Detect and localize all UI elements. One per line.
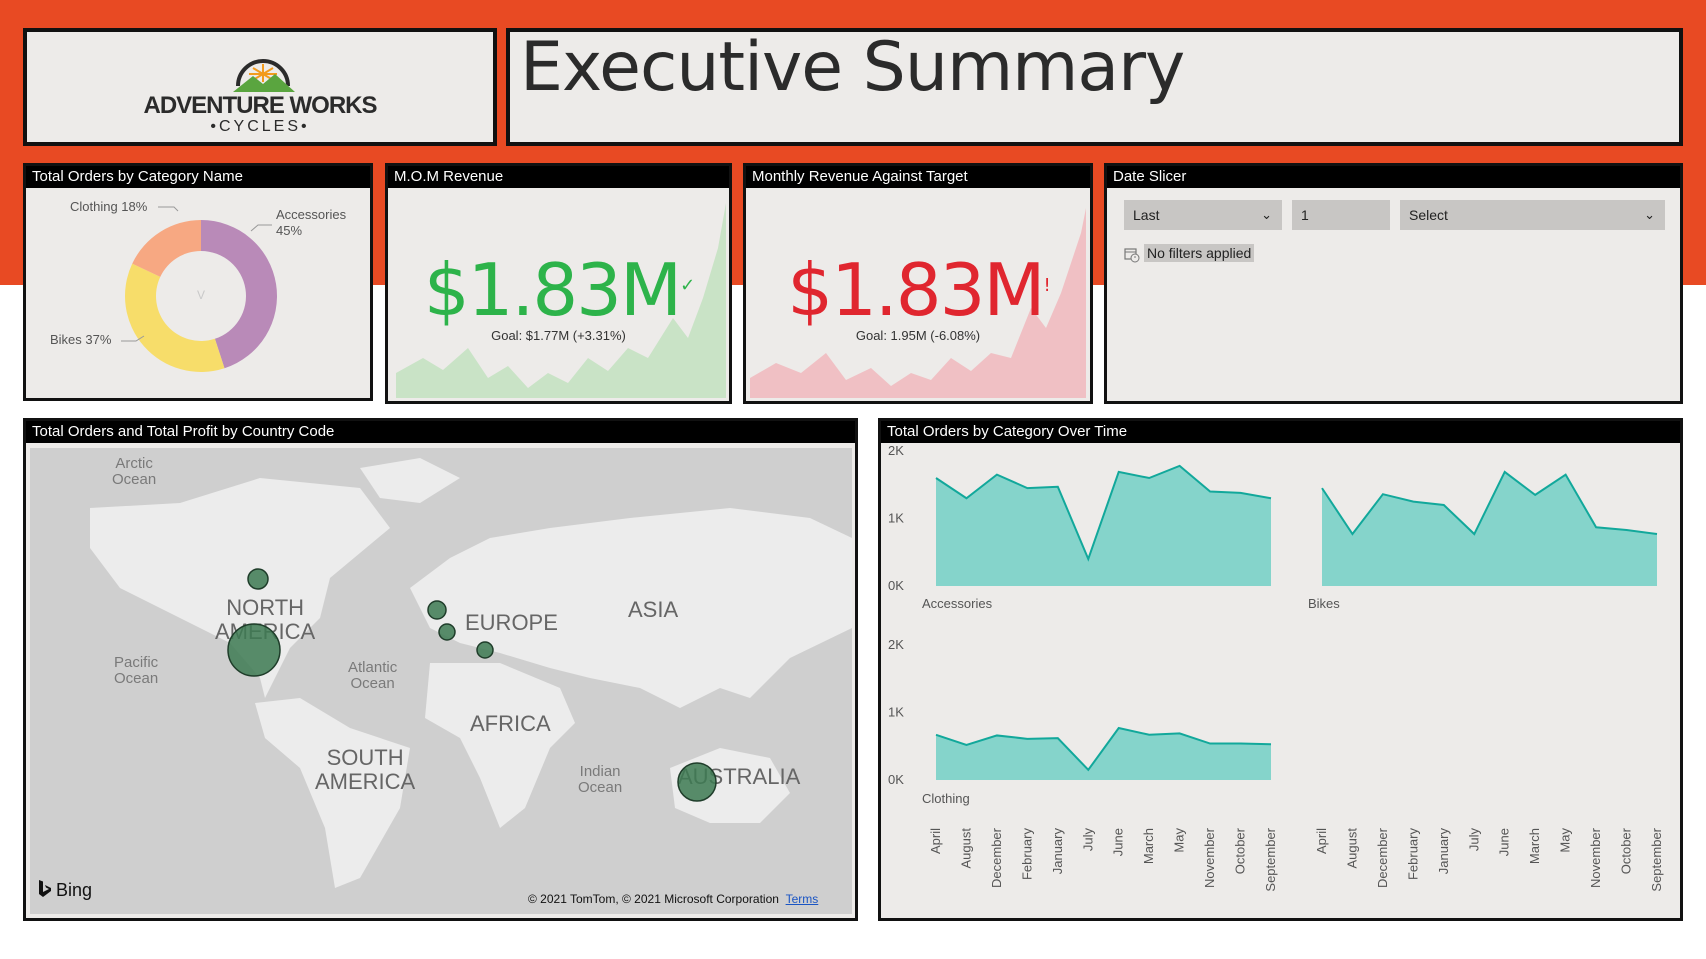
label-accessories: Accessories [276, 207, 347, 222]
leader-clothing [158, 206, 179, 212]
bubble-australia[interactable] [677, 762, 717, 802]
copyright-text: © 2021 TomTom, © 2021 Microsoft Corporat… [528, 892, 779, 906]
leader-accessories [250, 224, 272, 232]
x-tick-label: December [989, 827, 1004, 888]
bing-brand: Bing [56, 880, 93, 900]
bubble-germany[interactable] [476, 641, 494, 659]
count-value: 1 [1301, 207, 1309, 223]
x-tick-label: May [1172, 828, 1187, 853]
bubble-canada[interactable] [247, 568, 269, 590]
target-goal: Goal: 1.95M (-6.08%) [855, 328, 981, 343]
mom-value-text: $1.83M [423, 248, 682, 332]
series-label-accessories: Accessories [922, 596, 993, 611]
x-tick-label: November [1588, 827, 1603, 888]
panel-title: Total Orders by Category Name [26, 166, 370, 188]
series-label-bikes: Bikes [1308, 596, 1340, 611]
unit-value: Select [1409, 207, 1448, 223]
x-tick-label: October [1619, 827, 1634, 874]
area-clothing[interactable] [936, 728, 1271, 780]
y-tick-label: 2K [888, 443, 904, 458]
x-tick-label: March [1527, 828, 1542, 864]
y-tick-label: 1K [888, 705, 904, 720]
panel-title: Total Orders by Category Over Time [881, 421, 1680, 443]
slice-clothing[interactable] [132, 220, 201, 277]
panel-title: Total Orders and Total Profit by Country… [26, 421, 855, 443]
period-value: Last [1133, 207, 1160, 223]
target-value-text: $1.83M [787, 248, 1045, 332]
x-tick-label: June [1497, 828, 1512, 856]
filter-status: No filters applied [1144, 244, 1255, 262]
x-tick-label: February [1405, 828, 1420, 881]
x-tick-label: April [1314, 828, 1329, 854]
slice-bikes[interactable] [124, 263, 225, 372]
sunburst-logo-icon [233, 59, 295, 92]
bubble-united-states[interactable] [227, 623, 281, 677]
y-tick-label: 0K [888, 578, 904, 593]
world-map[interactable]: NORTH AMERICA EUROPE ASIA AFRICA SOUTH A… [30, 448, 852, 914]
x-tick-label: November [1202, 827, 1217, 888]
panel-title: Date Slicer [1107, 166, 1680, 188]
mom-revenue-card[interactable]: M.O.M Revenue $1.83M✓ Goal: $1.77M (+3.3… [385, 163, 732, 404]
x-tick-label: September [1649, 827, 1664, 891]
alert-icon: ! [1043, 275, 1051, 296]
x-tick-label: June [1111, 828, 1126, 856]
chevron-down-icon: ⌄ [1261, 207, 1272, 222]
title-card: Executive Summary [506, 28, 1683, 146]
x-tick-label: July [1080, 828, 1095, 852]
x-tick-label: January [1436, 828, 1451, 875]
x-tick-label: February [1019, 828, 1034, 881]
x-tick-label: September [1263, 827, 1278, 891]
x-tick-label: April [928, 828, 943, 854]
check-icon: ✓ [680, 275, 695, 296]
series-label-clothing: Clothing [922, 791, 970, 806]
donut-center-glyph: V [197, 288, 205, 302]
unit-dropdown[interactable]: Select ⌄ [1400, 200, 1665, 230]
x-tick-label: March [1141, 828, 1156, 864]
x-tick-label: October [1233, 827, 1248, 874]
y-tick-label: 2K [888, 637, 904, 652]
x-tick-label: December [1375, 827, 1390, 888]
donut-chart-panel[interactable]: Total Orders by Category Name V Clothing… [23, 163, 373, 401]
x-tick-label: July [1466, 828, 1481, 852]
x-tick-label: August [958, 828, 973, 869]
mom-value: $1.83M✓ [388, 248, 729, 332]
chevron-down-icon: ⌄ [1644, 207, 1655, 222]
target-value: $1.83M! [746, 248, 1090, 332]
calendar-clock-icon [1124, 248, 1140, 263]
logo-wordmark: ADVENTURE WORKS [143, 92, 377, 119]
x-tick-label: January [1050, 828, 1065, 875]
bubble-united-kingdom[interactable] [427, 600, 447, 620]
bubble-france[interactable] [438, 623, 456, 641]
donut-chart: V Clothing 18% Accessories 45% Bikes 37% [50, 199, 347, 372]
panel-title: M.O.M Revenue [388, 166, 729, 188]
x-tick-label: August [1344, 828, 1359, 869]
small-multiples-area-chart: 2K 1K 0K 2K 1K 0K Accessories Bikes Clothing Apri… [888, 443, 1664, 892]
count-input[interactable]: 1 [1292, 200, 1390, 230]
y-tick-label: 0K [888, 772, 904, 787]
logo-subtitle: •CYCLES• [210, 118, 310, 135]
panel-title: Monthly Revenue Against Target [746, 166, 1090, 188]
map-copyright: © 2021 TomTom, © 2021 Microsoft Corporat… [528, 892, 818, 906]
label-bikes: Bikes 37% [50, 332, 112, 347]
page-title: Executive Summary [520, 28, 1185, 107]
label-accessories-pct: 45% [276, 223, 302, 238]
x-tick-label: May [1558, 828, 1573, 853]
y-tick-label: 1K [888, 511, 904, 526]
bubble-layer [227, 568, 717, 802]
logo-card: ADVENTURE WORKS •CYCLES• [23, 28, 497, 146]
mom-goal: Goal: $1.77M (+3.31%) [491, 328, 626, 343]
bing-logo-icon [39, 880, 51, 897]
target-revenue-card[interactable]: Monthly Revenue Against Target $1.83M! G… [743, 163, 1093, 404]
terms-link[interactable]: Terms [786, 892, 819, 906]
label-clothing: Clothing 18% [70, 199, 148, 214]
period-dropdown[interactable]: Last ⌄ [1124, 200, 1282, 230]
